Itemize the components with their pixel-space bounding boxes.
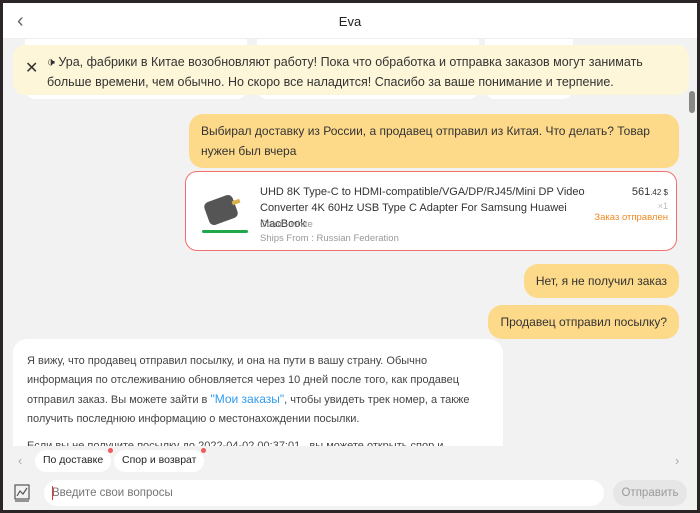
user-message: Нет, я не получил заказ — [523, 264, 679, 298]
user-message: Продавец отправил посылку? — [488, 305, 679, 339]
chat-window: ‹ Eva ✕ 🕩 Ура, фабрики в Китае возобновл… — [3, 3, 697, 510]
product-card[interactable]: UHD 8K Type-C to HDMI-compatible/VGA/DP/… — [185, 171, 677, 251]
scrollbar-thumb[interactable] — [689, 91, 695, 113]
chevron-right-icon[interactable]: › — [675, 453, 679, 468]
order-status: Заказ отправлен — [594, 212, 668, 223]
my-orders-link[interactable]: "Мои заказы" — [210, 392, 284, 406]
input-bar: Отправить — [3, 476, 697, 510]
user-message: Выбирал доставку из России, а продавец о… — [189, 114, 679, 168]
page-title: Eva — [338, 14, 362, 29]
product-price: 561.42 $ — [631, 186, 668, 198]
chevron-left-icon[interactable]: ‹ — [18, 453, 22, 468]
text-caret — [52, 486, 53, 500]
quick-replies: ‹ По доставке Спор и возврат › — [3, 446, 697, 476]
bot-message: Я вижу, что продавец отправил посылку, и… — [13, 339, 503, 459]
quick-reply-delivery[interactable]: По доставке — [35, 448, 114, 472]
product-image — [202, 195, 248, 233]
notification-dot — [201, 448, 207, 453]
chart-icon[interactable] — [14, 484, 30, 502]
product-ships-from: Ships From : Russian Federation — [260, 233, 399, 244]
notification-dot — [108, 448, 114, 453]
product-color: Color : white — [260, 219, 313, 230]
question-input[interactable] — [44, 480, 604, 506]
announcement-text: Ура, фабрики в Китае возобновляют работу… — [47, 55, 643, 89]
speaker-icon: 🕩 — [47, 55, 59, 69]
quick-reply-dispute[interactable]: Спор и возврат — [114, 448, 207, 472]
send-button[interactable]: Отправить — [613, 480, 687, 506]
close-icon[interactable]: ✕ — [25, 59, 38, 79]
announcement-banner: ✕ 🕩 Ура, фабрики в Китае возобновляют ра… — [13, 45, 689, 95]
title-bar: ‹ Eva — [3, 3, 697, 39]
product-quantity: ×1 — [657, 201, 668, 211]
